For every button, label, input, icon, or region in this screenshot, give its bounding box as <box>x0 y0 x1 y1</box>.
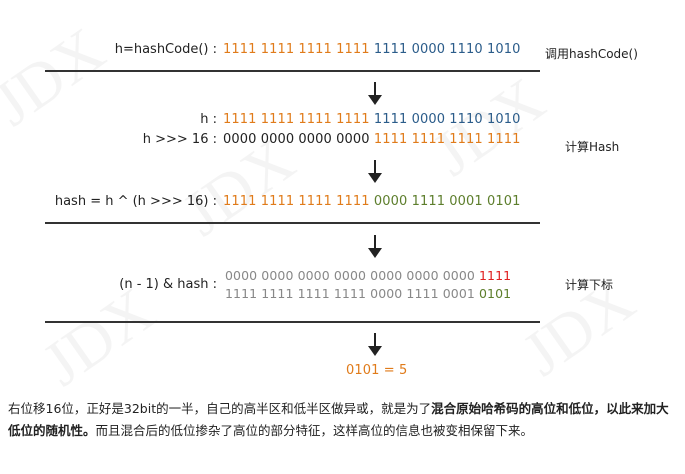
side-label-compute-index: 计算下标 <box>565 278 614 292</box>
side-label-call-hashcode: 调用hashCode() <box>545 47 638 61</box>
shift-label: h >>> 16 : <box>142 132 217 147</box>
shift-bits: 0000 0000 0000 0000 1111 1111 1111 1111 <box>223 132 521 147</box>
h-label: h : <box>200 112 217 127</box>
hashcode-bits: 1111 1111 1111 1111 1111 0000 1110 1010 <box>223 42 521 57</box>
bit-segment: 1111 1111 1111 1111 <box>223 194 374 209</box>
bit-segment: 1111 1111 1111 1111 <box>223 42 374 57</box>
divider-line <box>45 222 540 224</box>
hash-label: hash = h ^ (h >>> 16) : <box>54 194 217 209</box>
bit-segment: 1111 1111 1111 1111 <box>373 132 521 147</box>
side-label-compute-hash: 计算Hash <box>565 140 620 154</box>
hash-bits: 1111 1111 1111 1111 0000 1111 0001 0101 <box>223 194 521 209</box>
mask-label: (n - 1) & hash : <box>119 277 217 292</box>
watermark: JDX <box>419 63 558 191</box>
down-arrowhead-icon <box>368 346 382 356</box>
watermark: JDX <box>0 13 118 141</box>
mask-bottom-bits: 1111 1111 1111 1111 0000 1111 0001 0101 <box>225 286 511 301</box>
hashcode-label: h=hashCode() : <box>114 42 217 57</box>
result-value: 0101 = 5 <box>346 363 408 378</box>
down-arrow-icon <box>374 160 376 174</box>
down-arrowhead-icon <box>368 95 382 105</box>
down-arrowhead-icon <box>368 248 382 258</box>
bit-segment: 1111 <box>479 268 512 283</box>
down-arrow-icon <box>374 333 376 347</box>
mask-top-bits: 0000 0000 0000 0000 0000 0000 0000 1111 <box>225 268 511 283</box>
bit-segment: 0000 0000 0000 0000 <box>223 132 374 147</box>
watermark: JDX <box>29 273 168 401</box>
h-bits: 1111 1111 1111 1111 1111 0000 1110 1010 <box>223 112 521 127</box>
bit-segment: 1111 1111 1111 1111 <box>223 112 374 127</box>
bit-segment: 1111 1111 1111 1111 0000 1111 0001 <box>225 286 479 301</box>
bit-segment: 0000 1111 0001 0101 <box>373 194 521 209</box>
bit-segment: 0000 0000 0000 0000 0000 0000 0000 <box>225 268 479 283</box>
divider-line <box>45 70 540 72</box>
explanation-paragraph: 右位移16位，正好是32bit的一半，自己的高半区和低半区做异或，就是为了混合原… <box>8 398 680 442</box>
down-arrowhead-icon <box>368 173 382 183</box>
bit-segment: 1111 0000 1110 1010 <box>373 42 521 57</box>
bit-segment: 1111 0000 1110 1010 <box>373 112 521 127</box>
down-arrow-icon <box>374 235 376 249</box>
explanation-text-1: 右位移16位，正好是32bit的一半，自己的高半区和低半区做异或，就是为了 <box>8 401 432 416</box>
bit-segment: 0101 <box>479 286 512 301</box>
down-arrow-icon <box>374 82 376 96</box>
explanation-text-2: 而且混合后的低位掺杂了高位的部分特征，这样高位的信息也被变相保留下来。 <box>95 423 534 438</box>
divider-line <box>45 321 540 323</box>
